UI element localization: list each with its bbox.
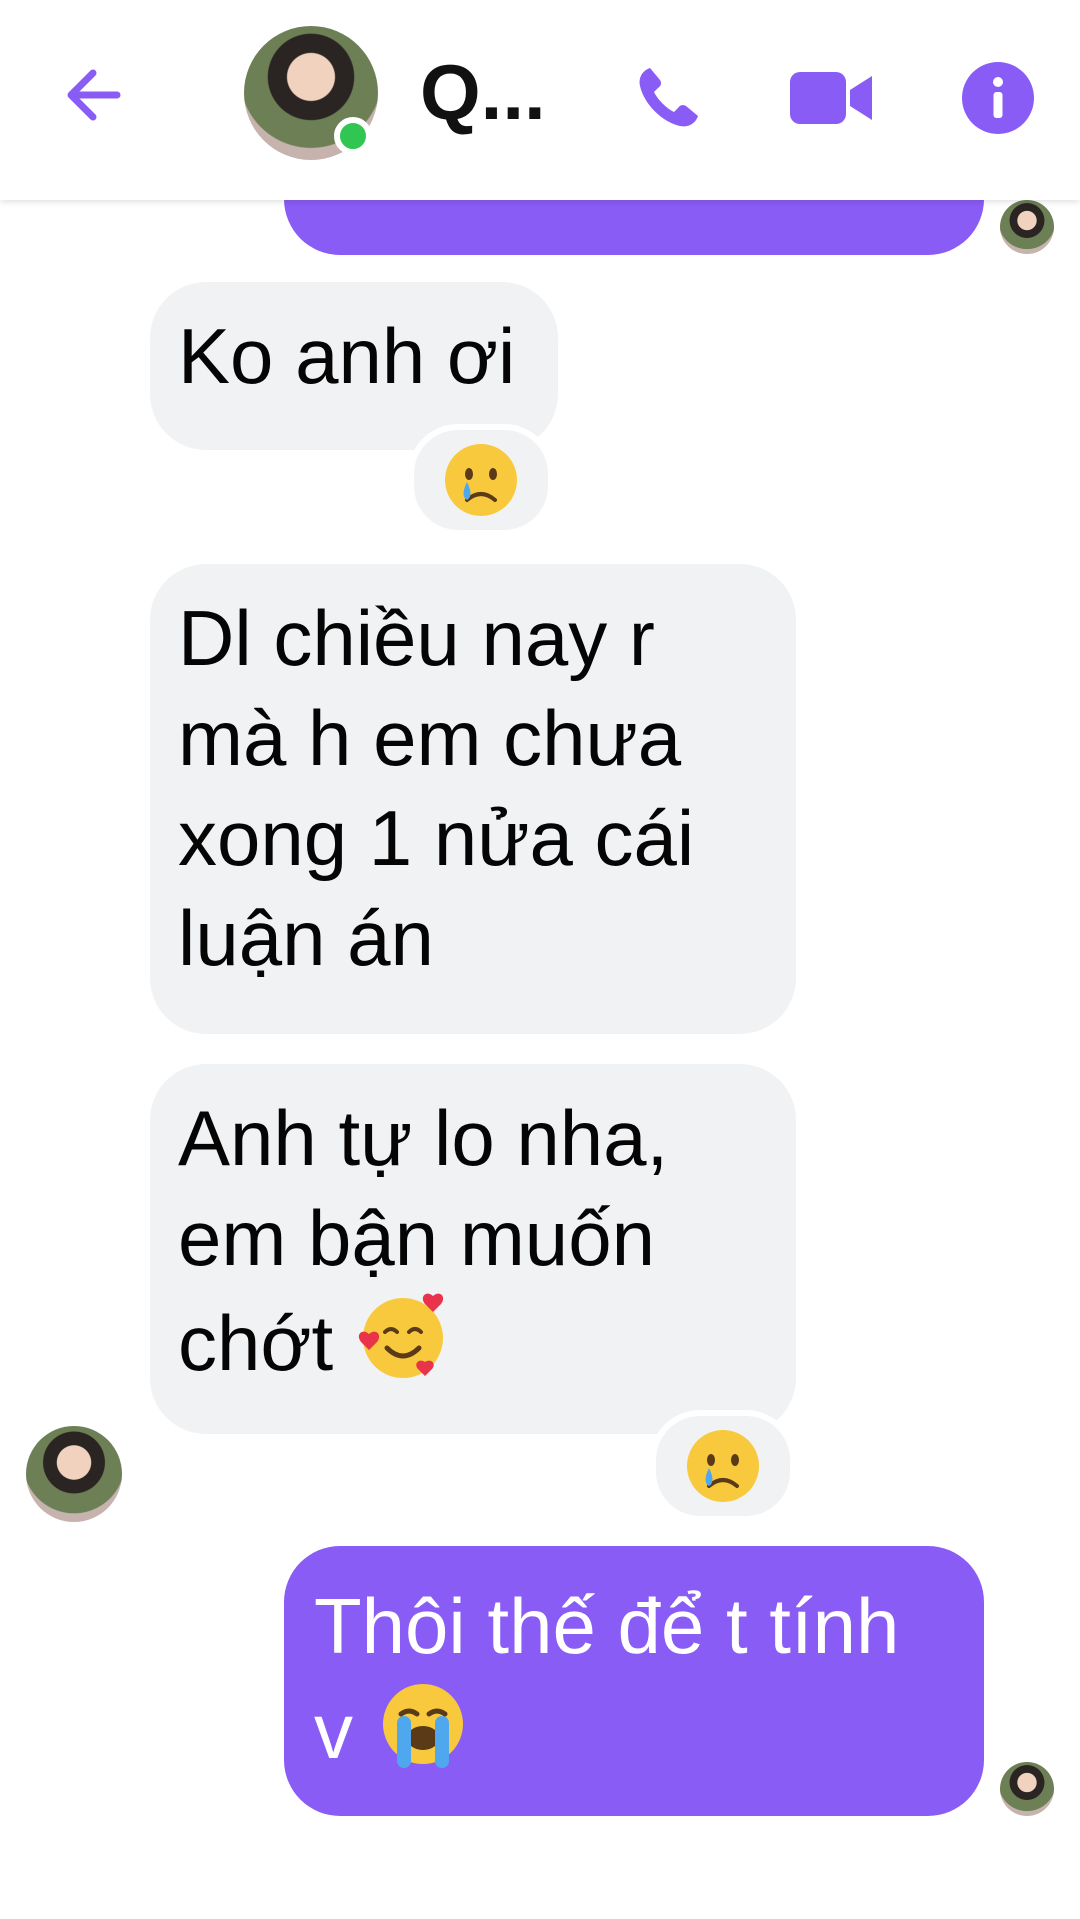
message-bubble-outgoing[interactable]: Thôi thế để t tính v <box>284 1546 984 1816</box>
seen-avatar <box>1000 200 1054 254</box>
message-text: Dl chiều nay r mà h em chưa xong 1 nửa c… <box>178 594 695 982</box>
smiling-face-with-hearts-icon <box>358 1293 443 1378</box>
crying-face-icon <box>445 444 517 516</box>
message-text: Ko anh ơi <box>178 312 516 400</box>
video-camera-icon[interactable] <box>788 58 874 138</box>
phone-icon[interactable] <box>628 58 708 138</box>
message-reaction[interactable] <box>408 424 554 536</box>
info-icon[interactable] <box>958 58 1038 138</box>
seen-avatar <box>1000 1762 1054 1816</box>
chat-header: Q... <box>0 0 1080 200</box>
back-arrow-icon[interactable] <box>55 55 135 135</box>
message-reaction[interactable] <box>650 1410 796 1522</box>
contact-name[interactable]: Q... <box>420 42 546 142</box>
loudly-crying-face-icon <box>382 1684 463 1768</box>
message-bubble-incoming[interactable]: Anh tự lo nha, em bận muốn chớt <box>150 1064 796 1434</box>
crying-face-icon <box>687 1430 759 1502</box>
message-bubble-incoming[interactable]: Dl chiều nay r mà h em chưa xong 1 nửa c… <box>150 564 796 1034</box>
contact-avatar-small[interactable] <box>26 1426 122 1522</box>
online-status-dot <box>334 117 372 155</box>
